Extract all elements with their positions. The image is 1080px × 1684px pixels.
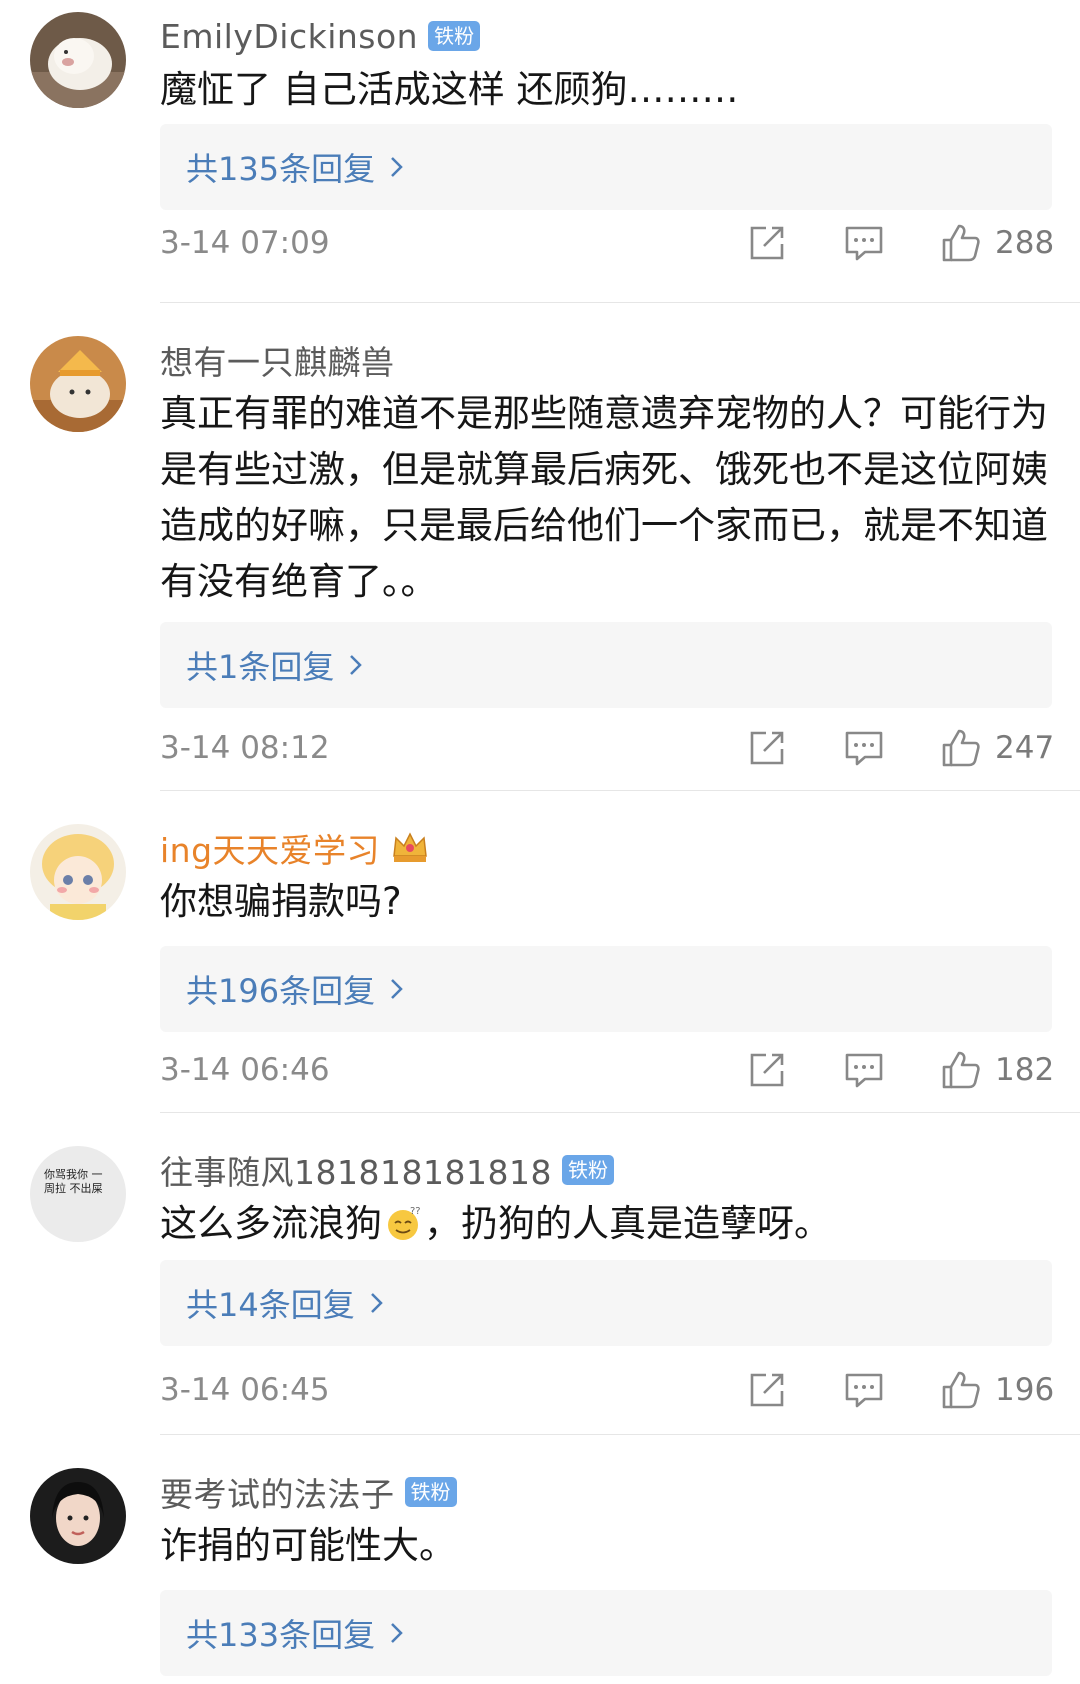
comment-icon (845, 731, 883, 766)
reply-count-label: 共1条回复 (186, 648, 335, 686)
fan-badge: 铁粉 (561, 1155, 614, 1185)
comment-text-part: 这么多流浪狗 (160, 1202, 382, 1245)
share-icon (750, 731, 784, 765)
view-replies-button[interactable]: 共133条回复 (160, 1590, 1052, 1676)
comment-button[interactable] (843, 222, 885, 264)
share-button[interactable] (746, 222, 788, 264)
divider (160, 302, 1080, 303)
like-button[interactable] (940, 222, 982, 264)
chevron-right-icon (391, 157, 403, 177)
timestamp: 3-14 07:09 (160, 225, 330, 261)
divider (160, 1112, 1080, 1113)
timestamp: 3-14 08:12 (160, 730, 330, 766)
thumbs-up-icon (942, 1371, 980, 1409)
comment-icon (845, 226, 883, 261)
comment-text: 真正有罪的难道不是那些随意遗弃宠物的人？可能行为是有些过激，但是就算最后病死、饿… (160, 392, 1048, 603)
share-icon (750, 1053, 784, 1087)
fan-badge: 铁粉 (404, 1477, 457, 1507)
like-count: 288 (995, 225, 1055, 261)
comment-text: 这么多流浪狗 ?? ，扔狗的人真是造孽呀。 (160, 1196, 1050, 1252)
avatar-text: 你骂我你 一周拉 不出屎 (44, 1168, 103, 1195)
comment-icon (845, 1373, 883, 1408)
chevron-right-icon (350, 655, 363, 675)
divider (160, 1434, 1080, 1435)
comment-text: 你想骗捐款吗? (160, 880, 402, 923)
reply-count-label: 共196条回复 (186, 972, 376, 1010)
timestamp: 3-14 06:45 (160, 1372, 330, 1408)
username[interactable]: 要考试的法法子 (160, 1468, 395, 1516)
avatar[interactable] (30, 336, 126, 432)
reply-count-label: 共133条回复 (186, 1616, 376, 1654)
comment-button[interactable] (843, 1369, 885, 1411)
thumbs-up-icon (942, 1051, 980, 1089)
crown-icon (393, 832, 427, 862)
avatar[interactable]: 你骂我你 一周拉 不出屎 (30, 1146, 126, 1242)
share-button[interactable] (746, 1369, 788, 1411)
timestamp: 3-14 06:46 (160, 1052, 330, 1088)
share-icon (750, 226, 784, 260)
svg-text:??: ?? (410, 1206, 421, 1217)
fan-badge: 铁粉 (428, 21, 481, 51)
username[interactable]: EmilyDickinson (160, 17, 418, 56)
like-button[interactable] (940, 1369, 982, 1411)
comment-text: 诈捐的可能性大。 (160, 1524, 456, 1567)
comment-icon (845, 1053, 883, 1088)
view-replies-button[interactable]: 共135条回复 (160, 124, 1052, 210)
reply-count-label: 共135条回复 (186, 150, 376, 188)
share-button[interactable] (746, 1049, 788, 1091)
view-replies-button[interactable]: 共14条回复 (160, 1260, 1052, 1346)
sweat-smile-emoji-icon: ?? (388, 1206, 421, 1240)
view-replies-button[interactable]: 共1条回复 (160, 622, 1052, 708)
like-count: 247 (995, 730, 1055, 766)
view-replies-button[interactable]: 共196条回复 (160, 946, 1052, 1032)
like-count: 182 (995, 1052, 1055, 1088)
thumbs-up-icon (942, 224, 980, 262)
reply-count-label: 共14条回复 (186, 1286, 355, 1324)
avatar[interactable] (30, 824, 126, 920)
share-button[interactable] (746, 727, 788, 769)
username[interactable]: 想有一只麒麟兽 (160, 336, 395, 384)
comment-button[interactable] (843, 1049, 885, 1091)
thumbs-up-icon (942, 729, 980, 767)
like-button[interactable] (940, 727, 982, 769)
chevron-right-icon (391, 1623, 403, 1643)
avatar[interactable] (30, 12, 126, 108)
like-button[interactable] (940, 1049, 982, 1091)
divider (160, 790, 1080, 791)
comment-button[interactable] (843, 727, 885, 769)
chevron-right-icon (391, 979, 403, 999)
like-count: 196 (995, 1372, 1055, 1408)
comment-text-part: ，扔狗的人真是造孽呀。 (424, 1202, 831, 1245)
share-icon (750, 1373, 784, 1407)
chevron-right-icon (370, 1293, 383, 1313)
comment-text: 魔怔了 自己活成这样 还顾狗……… (160, 68, 739, 111)
username[interactable]: 往事随风181818181818 (160, 1146, 552, 1194)
username[interactable]: ing天天爱学习 (160, 824, 380, 872)
avatar[interactable] (30, 1468, 126, 1564)
